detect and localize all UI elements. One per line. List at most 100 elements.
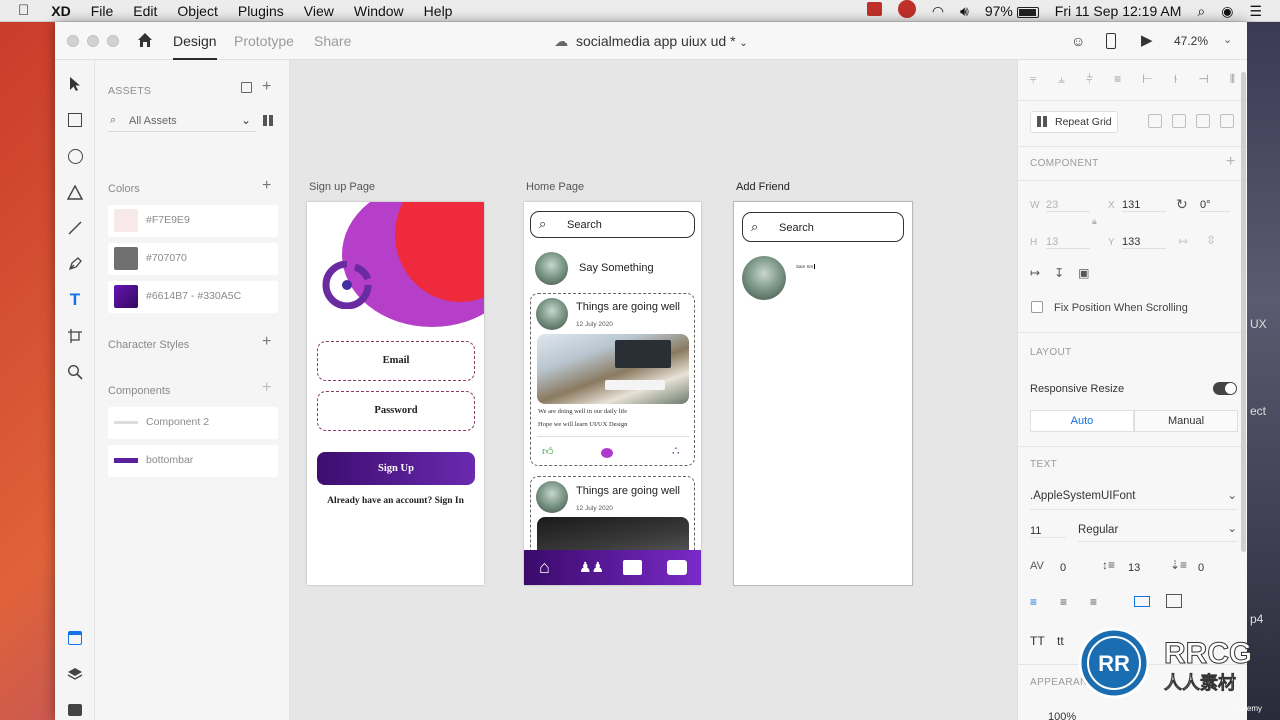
line-spacing-input[interactable]: 13 [1128,562,1140,574]
artboard-label-addfriend[interactable]: Add Friend [736,181,790,193]
friends-nav-icon[interactable]: ♟♟ [579,559,604,576]
device-preview-icon[interactable] [1106,33,1116,49]
plugins-panel-icon[interactable] [55,696,95,720]
ellipse-tool-icon[interactable] [55,142,95,170]
height-input[interactable]: 13 [1046,236,1090,249]
like-icon[interactable]: 👍︎ [542,445,554,458]
color-swatch-row[interactable]: #F7E9E9 [108,205,278,237]
lowercase-button[interactable]: tt [1057,634,1064,648]
window-close-button[interactable] [67,35,79,47]
add-component-icon[interactable]: + [262,379,271,397]
flip-vertical-icon[interactable]: ⇳ [1206,233,1216,247]
play-preview-icon[interactable]: ▶ [1141,31,1153,49]
align-text-right-icon[interactable]: ≡ [1090,595,1097,609]
tab-design[interactable]: Design [173,22,217,60]
tab-share[interactable]: Share [314,22,351,60]
home-nav-icon[interactable]: ⌂ [539,557,550,578]
add-boolean-icon[interactable] [1148,114,1162,128]
y-input[interactable]: 133 [1122,236,1166,249]
auto-width-text-icon[interactable] [1134,596,1150,607]
search-input[interactable]: ⌕ Search [530,211,695,238]
width-input[interactable]: 23 [1046,199,1090,212]
menu-object[interactable]: Object [167,0,227,22]
user-sharing-icon[interactable]: ☺ [1071,33,1085,49]
wifi-icon[interactable]: ◠ [924,0,952,22]
distribute-horizontal-icon[interactable]: ⫴ [1230,72,1235,88]
menu-help[interactable]: Help [414,0,463,22]
battery-percent[interactable]: 97% [977,0,1047,22]
artboard-label-signup[interactable]: Sign up Page [309,181,375,193]
pen-tool-icon[interactable] [55,250,95,278]
rotation-input[interactable]: 0° [1200,199,1230,212]
open-library-icon[interactable] [241,82,252,93]
tab-prototype[interactable]: Prototype [234,22,294,60]
align-right-icon[interactable]: ⊣ [1198,72,1208,88]
fixed-width-icon[interactable]: ↦ [1030,266,1040,280]
lock-aspect-icon[interactable]: 🔒︎ [1092,216,1097,227]
menu-plugins[interactable]: Plugins [228,0,294,22]
inspector-scrollbar[interactable] [1241,72,1246,552]
screen-record-icon[interactable] [859,0,890,22]
font-family-select[interactable]: .AppleSystemUIFont ⌄ [1030,490,1237,510]
align-center-icon[interactable]: ⫮ [1174,72,1177,88]
fit-content-icon[interactable]: ▣ [1078,266,1089,280]
menu-window[interactable]: Window [344,0,414,22]
uppercase-button[interactable]: TT [1030,634,1045,648]
repeat-grid-button[interactable]: Repeat Grid [1030,111,1118,133]
search-input[interactable]: ⌕ Search [742,212,904,242]
artboard-addfriend[interactable]: ⌕ Search Sam Sm [733,201,913,586]
rectangle-tool-icon[interactable] [55,106,95,134]
line-tool-icon[interactable] [55,214,95,242]
design-canvas[interactable]: Sign up Page Email Password Sign Up Alre… [290,60,1017,720]
x-input[interactable]: 131 [1122,199,1166,212]
artboard-tool-icon[interactable] [55,322,95,350]
window-zoom-button[interactable] [107,35,119,47]
add-character-style-icon[interactable]: + [262,333,271,351]
say-something-input[interactable]: Say Something [579,262,654,274]
email-field[interactable]: Email [317,341,475,381]
notification-center-icon[interactable]: ☰ [1241,0,1280,22]
align-text-left-icon[interactable]: ≡ [1030,595,1037,609]
artboard-label-home[interactable]: Home Page [526,181,584,193]
grid-view-icon[interactable] [263,115,274,126]
menu-clock[interactable]: Fri 11 Sep 12:19 AM [1047,0,1190,22]
align-left-icon[interactable]: ⊢ [1142,72,1152,88]
menu-file[interactable]: File [81,0,124,22]
subtract-boolean-icon[interactable] [1172,114,1186,128]
apple-menu-icon[interactable]:  [0,0,41,22]
create-component-icon[interactable]: + [1226,153,1235,171]
distribute-vertical-icon[interactable]: ≡ [1114,72,1121,88]
profile-nav-icon[interactable] [623,560,642,575]
spotlight-search-icon[interactable]: ⌕ [1189,0,1213,22]
menu-edit[interactable]: Edit [123,0,167,22]
signup-button[interactable]: Sign Up [317,452,475,485]
resize-auto-button[interactable]: Auto [1030,410,1134,432]
messages-nav-icon[interactable] [667,560,687,575]
zoom-level[interactable]: 47.2% [1174,34,1208,48]
component-row[interactable]: bottombar [108,445,278,477]
layers-panel-icon[interactable] [55,660,95,688]
component-row[interactable]: Component 2 [108,407,278,439]
align-bottom-icon[interactable]: ⫩ [1086,72,1093,88]
add-color-icon[interactable]: + [262,177,271,195]
share-icon[interactable]: ∴ [672,444,680,458]
artboard-signup[interactable]: Email Password Sign Up Already have an a… [307,202,484,585]
align-top-icon[interactable]: ⫧ [1030,72,1037,88]
window-minimize-button[interactable] [87,35,99,47]
text-tool-icon[interactable]: T [55,286,95,314]
menu-view[interactable]: View [294,0,344,22]
volume-icon[interactable]: 🔊︎ [952,0,977,22]
home-icon[interactable] [136,31,154,49]
responsive-resize-toggle[interactable] [1213,382,1237,395]
opacity-input[interactable]: 100% [1048,711,1076,720]
font-size-input[interactable]: 11 [1030,525,1066,538]
polygon-tool-icon[interactable] [55,178,95,206]
exclude-boolean-icon[interactable] [1220,114,1234,128]
zoom-tool-icon[interactable] [55,358,95,386]
fixed-size-text-icon[interactable] [1166,594,1182,608]
zoom-chevron-icon[interactable]: ⌄ [1223,33,1232,46]
menu-xd[interactable]: XD [41,0,80,22]
resize-manual-button[interactable]: Manual [1134,410,1238,432]
comment-icon[interactable] [601,448,613,458]
siri-icon[interactable]: ◉ [1213,0,1241,22]
